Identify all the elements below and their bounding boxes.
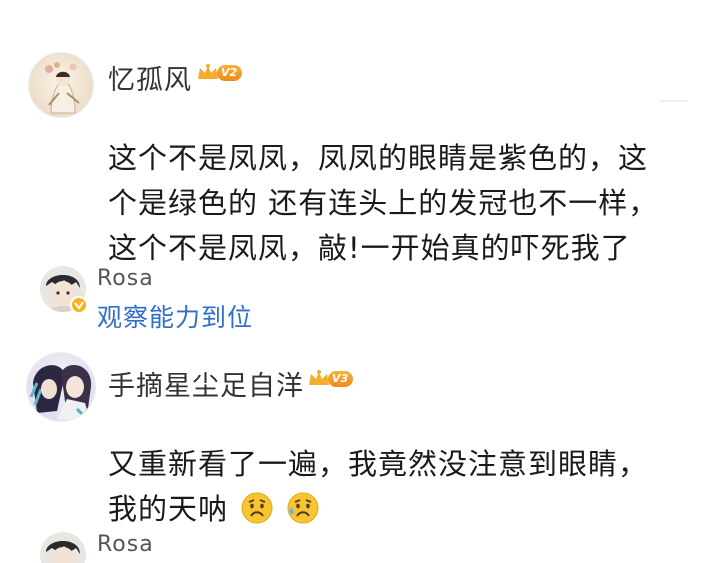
- comment-body: 这个不是凤凤，凤凤的眼睛是紫色的，这 个是绿色的 还有连头上的发冠也不一样， 这…: [108, 136, 658, 271]
- avatar-illustration: [29, 364, 92, 421]
- worried-sweat-face-icon: [287, 492, 319, 524]
- comment-line: 这个不是凤凤，凤凤的眼睛是紫色的，这: [108, 141, 649, 175]
- comment-line: 我的天呐: [108, 487, 648, 532]
- level-badge: V3: [307, 369, 354, 389]
- avatar[interactable]: [28, 52, 94, 118]
- comment-username[interactable]: 忆孤风: [108, 58, 192, 97]
- comment-line: 这个不是凤凤，敲!一开始真的吓死我了: [108, 231, 631, 265]
- reply-username[interactable]: Rosa: [97, 532, 154, 557]
- comment-line: 又重新看了一遍，我竟然没注意到眼睛，: [108, 447, 649, 481]
- reply-username[interactable]: Rosa: [97, 266, 154, 291]
- divider: [660, 100, 688, 102]
- avatar[interactable]: [26, 352, 96, 422]
- reply-avatar[interactable]: [40, 532, 86, 563]
- worried-face-icon: [241, 492, 273, 524]
- level-label: V2: [217, 65, 243, 81]
- comment-line-text: 我的天呐: [108, 492, 229, 526]
- avatar-illustration: [45, 62, 80, 114]
- verified-badge: [70, 296, 88, 314]
- level-badge: V2: [196, 63, 243, 83]
- comment-body: 又重新看了一遍，我竟然没注意到眼睛， 我的天呐: [108, 442, 648, 532]
- verified-check-icon: [74, 301, 84, 310]
- comment-username[interactable]: 手摘星尘足自洋: [108, 364, 304, 403]
- level-label: V3: [328, 371, 354, 387]
- comment-line: 个是绿色的 还有连头上的发冠也不一样，: [108, 186, 659, 220]
- reply-text[interactable]: 观察能力到位: [97, 298, 253, 334]
- avatar-illustration: [46, 541, 80, 563]
